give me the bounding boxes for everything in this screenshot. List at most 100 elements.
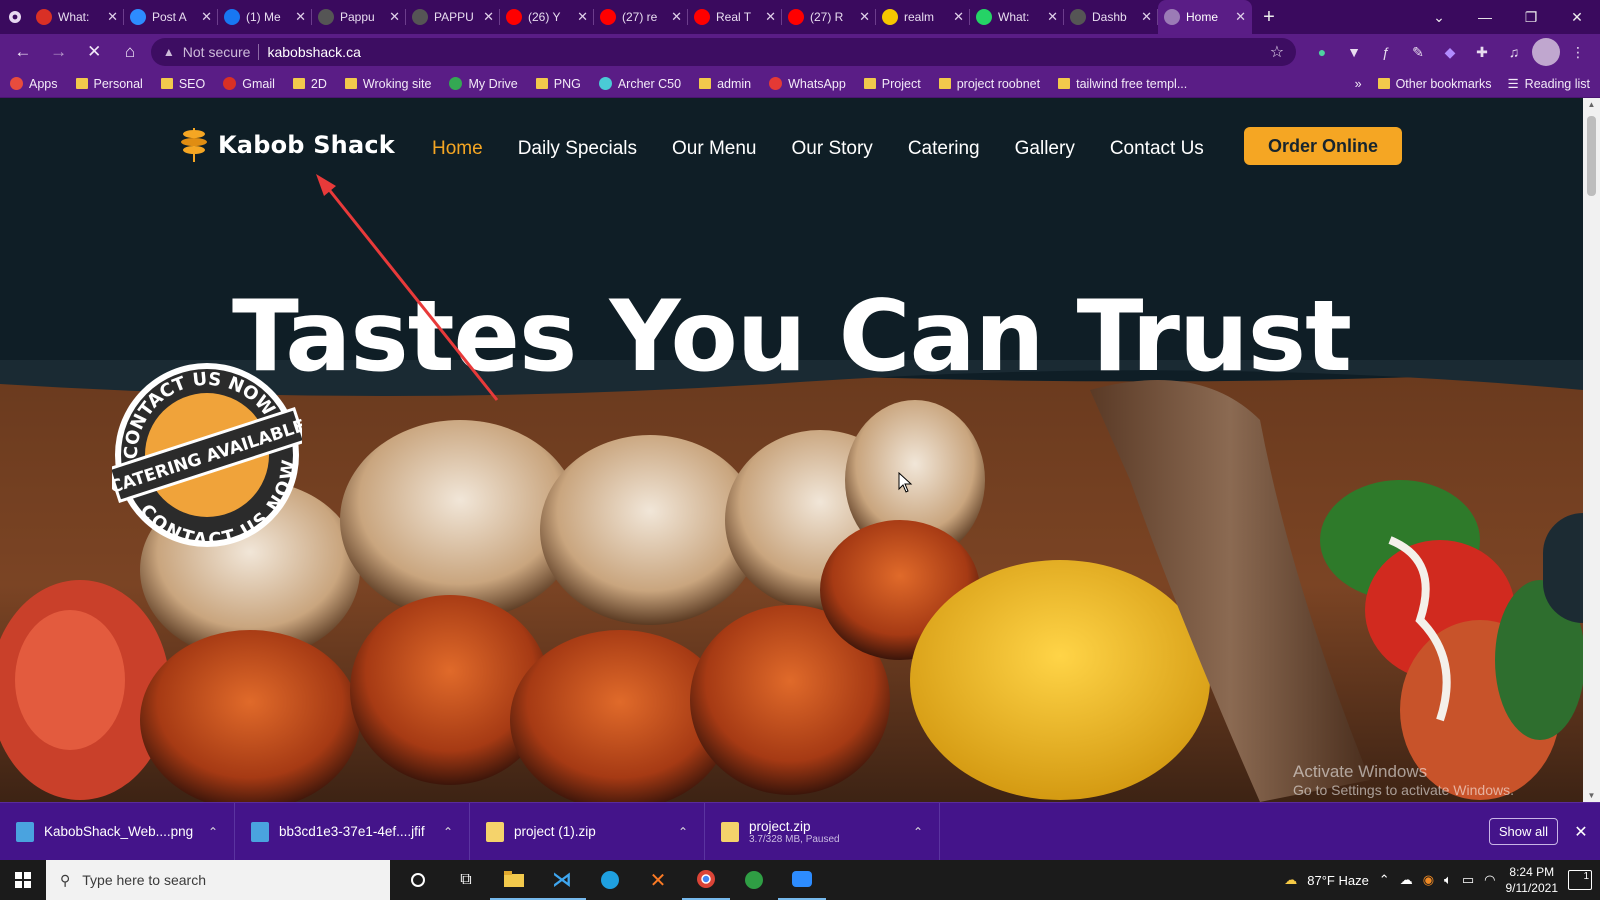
close-tab-icon[interactable]: ✕: [483, 9, 494, 25]
nav-link-gallery[interactable]: Gallery: [1015, 138, 1075, 160]
browser-tab[interactable]: Pappu ✕: [312, 0, 406, 34]
bookmark-item[interactable]: Wroking site: [344, 77, 431, 91]
close-tab-icon[interactable]: ✕: [953, 9, 964, 25]
new-tab-button[interactable]: +: [1252, 6, 1286, 29]
site-logo[interactable]: Kabob Shack: [180, 126, 395, 164]
start-button[interactable]: [0, 860, 46, 900]
eyedropper-icon[interactable]: ✎: [1404, 38, 1432, 66]
notifications-icon[interactable]: 1: [1568, 870, 1592, 890]
taskbar-search-box[interactable]: ⚲ Type here to search: [46, 860, 390, 900]
close-tab-icon[interactable]: ✕: [859, 9, 870, 25]
font-extension-icon[interactable]: ƒ: [1372, 38, 1400, 66]
url-text[interactable]: kabobshack.ca: [267, 44, 1261, 60]
restore-button[interactable]: ❐: [1508, 9, 1554, 26]
security-label[interactable]: Not secure: [183, 44, 251, 60]
stop-loading-button[interactable]: ✕: [79, 37, 109, 67]
browser-tab[interactable]: Home ✕: [1158, 0, 1252, 34]
other-bookmarks[interactable]: Other bookmarks: [1377, 77, 1491, 91]
nav-link-our-story[interactable]: Our Story: [792, 138, 873, 160]
tray-app-icon[interactable]: ◉: [1423, 872, 1434, 888]
reading-list[interactable]: ☰ Reading list: [1507, 76, 1590, 92]
bookmark-item[interactable]: Gmail: [223, 77, 275, 91]
back-button[interactable]: ←: [8, 37, 38, 67]
download-item[interactable]: project.zip 3.7/328 MB, Paused ⌃: [705, 802, 940, 861]
catering-badge[interactable]: CONTACT US NOW CONTACT US NOW CATERING A…: [112, 360, 302, 550]
nav-link-our-menu[interactable]: Our Menu: [672, 138, 756, 160]
task-view-icon[interactable]: ⧉: [442, 860, 490, 900]
close-tab-icon[interactable]: ✕: [1141, 9, 1152, 25]
bookmark-item[interactable]: admin: [699, 77, 751, 91]
extension-icon[interactable]: ●: [1308, 38, 1336, 66]
nav-link-contact-us[interactable]: Contact Us: [1110, 138, 1204, 160]
bookmark-item[interactable]: SEO: [160, 77, 205, 91]
tab-search-button[interactable]: [0, 0, 30, 34]
close-tab-icon[interactable]: ✕: [1047, 9, 1058, 25]
close-window-button[interactable]: ✕: [1554, 9, 1600, 26]
media-control-icon[interactable]: ♫: [1500, 38, 1528, 66]
weather-icon[interactable]: ☁: [1284, 872, 1297, 888]
more-bookmarks-chevron-icon[interactable]: »: [1355, 77, 1362, 91]
close-tab-icon[interactable]: ✕: [577, 9, 588, 25]
browser-tab[interactable]: PAPPU ✕: [406, 0, 500, 34]
download-options-chevron-icon[interactable]: ⌃: [443, 825, 453, 839]
minimize-button[interactable]: —: [1462, 9, 1508, 25]
tray-chevron-icon[interactable]: ⌃: [1379, 872, 1390, 888]
download-item[interactable]: bb3cd1e3-37e1-4ef....jfif ⌃: [235, 802, 470, 861]
tab-search-dropdown-icon[interactable]: ⌄: [1416, 9, 1462, 26]
bookmark-item[interactable]: PNG: [535, 77, 581, 91]
scrollbar-thumb[interactable]: [1587, 116, 1596, 196]
download-options-chevron-icon[interactable]: ⌃: [208, 825, 218, 839]
address-bar[interactable]: ▲ Not secure kabobshack.ca ☆: [150, 38, 1297, 66]
warning-icon[interactable]: ▲: [163, 45, 175, 59]
download-options-chevron-icon[interactable]: ⌃: [913, 825, 923, 839]
scroll-down-arrow-icon[interactable]: ▼: [1583, 791, 1600, 800]
bookmark-item[interactable]: tailwind free templ...: [1058, 77, 1187, 91]
forward-button[interactable]: →: [44, 37, 74, 67]
wifi-icon[interactable]: ◠: [1484, 872, 1495, 888]
close-tab-icon[interactable]: ✕: [389, 9, 400, 25]
scroll-up-arrow-icon[interactable]: ▲: [1583, 100, 1600, 109]
browser-tab[interactable]: Dashb ✕: [1064, 0, 1158, 34]
chrome-menu-kebab-icon[interactable]: ⋮: [1564, 38, 1592, 66]
profile-avatar[interactable]: [1532, 38, 1561, 66]
download-options-chevron-icon[interactable]: ⌃: [678, 825, 688, 839]
file-explorer-icon[interactable]: [490, 860, 538, 900]
browser-tab[interactable]: (26) Y ✕: [500, 0, 594, 34]
order-online-button[interactable]: Order Online: [1244, 127, 1402, 165]
browser-tab[interactable]: What: ✕: [970, 0, 1064, 34]
nav-link-catering[interactable]: Catering: [908, 138, 980, 160]
close-tab-icon[interactable]: ✕: [201, 9, 212, 25]
nav-link-daily-specials[interactable]: Daily Specials: [518, 138, 637, 160]
browser-tab[interactable]: Real T ✕: [688, 0, 782, 34]
nav-link-home[interactable]: Home: [432, 138, 483, 160]
bookmark-star-icon[interactable]: ☆: [1270, 42, 1284, 62]
xampp-icon[interactable]: ✕: [634, 860, 682, 900]
bookmark-item[interactable]: Archer C50: [598, 77, 681, 91]
volume-icon[interactable]: 🔈︎: [1444, 872, 1452, 888]
bookmark-item[interactable]: 2D: [292, 77, 327, 91]
browser-tab[interactable]: (1) Me ✕: [218, 0, 312, 34]
clock[interactable]: 8:24 PM 9/11/2021: [1506, 864, 1559, 896]
close-tab-icon[interactable]: ✕: [1235, 9, 1246, 25]
bookmark-item[interactable]: My Drive: [449, 77, 518, 91]
page-scrollbar[interactable]: ▲ ▼: [1583, 98, 1600, 802]
extension-badge-icon[interactable]: ◆: [1436, 38, 1464, 66]
weather-text[interactable]: 87°F Haze: [1307, 873, 1369, 888]
browser-tab[interactable]: realm ✕: [876, 0, 970, 34]
close-tab-icon[interactable]: ✕: [765, 9, 776, 25]
bookmark-item[interactable]: Personal: [75, 77, 143, 91]
browser-tab[interactable]: Post A ✕: [124, 0, 218, 34]
download-item[interactable]: project (1).zip ⌃: [470, 802, 705, 861]
chrome-icon[interactable]: [682, 860, 730, 900]
vue-devtools-icon[interactable]: ▼: [1340, 38, 1368, 66]
bookmark-item[interactable]: WhatsApp: [769, 77, 846, 91]
close-tab-icon[interactable]: ✕: [671, 9, 682, 25]
browser-tab[interactable]: What: ✕: [30, 0, 124, 34]
close-tab-icon[interactable]: ✕: [107, 9, 118, 25]
battery-icon[interactable]: ▭: [1462, 872, 1474, 888]
zoom-icon[interactable]: [778, 860, 826, 900]
close-tab-icon[interactable]: ✕: [295, 9, 306, 25]
home-button[interactable]: ⌂: [115, 37, 145, 67]
edge-icon[interactable]: [586, 860, 634, 900]
extensions-puzzle-icon[interactable]: ✚: [1468, 38, 1496, 66]
